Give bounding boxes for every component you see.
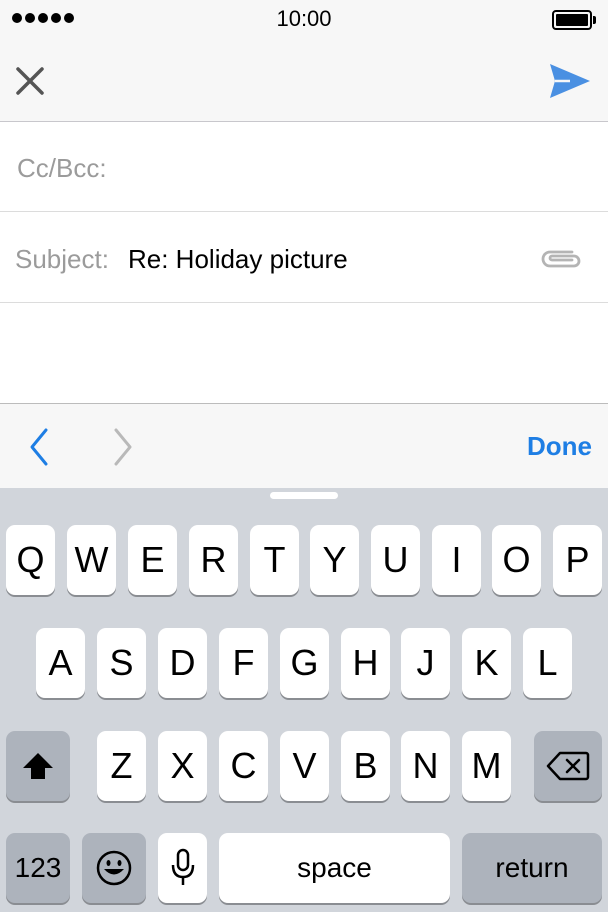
key-a[interactable]: A	[36, 628, 85, 698]
keyboard-grabber[interactable]	[270, 492, 338, 499]
chevron-left-icon	[30, 428, 48, 466]
key-s[interactable]: S	[97, 628, 146, 698]
key-q[interactable]: Q	[6, 525, 55, 595]
paperclip-icon	[541, 250, 581, 268]
key-u[interactable]: U	[371, 525, 420, 595]
close-button[interactable]	[10, 60, 50, 102]
key-t[interactable]: T	[250, 525, 299, 595]
key-f[interactable]: F	[219, 628, 268, 698]
key-l[interactable]: L	[523, 628, 572, 698]
key-w[interactable]: W	[67, 525, 116, 595]
battery-icon	[552, 10, 596, 30]
cc-bcc-row[interactable]: Cc/Bcc:	[0, 122, 608, 212]
subject-input[interactable]: Re: Holiday picture	[128, 244, 348, 275]
numbers-key[interactable]: 123	[6, 833, 70, 903]
key-n[interactable]: N	[401, 731, 450, 801]
attachment-button[interactable]	[536, 243, 586, 275]
key-z[interactable]: Z	[97, 731, 146, 801]
key-h[interactable]: H	[341, 628, 390, 698]
shift-icon	[23, 753, 53, 779]
status-time: 10:00	[276, 6, 332, 31]
key-j[interactable]: J	[401, 628, 450, 698]
key-b[interactable]: B	[341, 731, 390, 801]
key-e[interactable]: E	[128, 525, 177, 595]
delete-icon	[546, 751, 590, 781]
key-k[interactable]: K	[462, 628, 511, 698]
previous-field-button[interactable]	[22, 426, 58, 468]
keyboard-accessory-bar: Done	[0, 403, 608, 488]
microphone-icon	[171, 848, 194, 885]
emoji-key[interactable]	[82, 833, 146, 903]
key-p[interactable]: P	[553, 525, 602, 595]
key-c[interactable]: C	[219, 731, 268, 801]
space-key[interactable]: space	[219, 833, 450, 903]
compose-nav-bar	[0, 40, 608, 122]
shift-key[interactable]	[6, 731, 70, 801]
key-i[interactable]: I	[432, 525, 481, 595]
keyboard: Q W E R T Y U I O P A S D F G H J K L Z …	[0, 488, 608, 912]
dictation-key[interactable]	[158, 833, 207, 903]
subject-label: Subject:	[15, 244, 109, 274]
cc-bcc-label: Cc/Bcc:	[17, 153, 107, 183]
close-icon	[16, 67, 44, 95]
key-y[interactable]: Y	[310, 525, 359, 595]
message-body[interactable]	[0, 304, 608, 404]
send-icon	[550, 64, 590, 98]
subject-row[interactable]: Subject: Re: Holiday picture	[0, 213, 608, 303]
chevron-right-icon	[114, 428, 132, 466]
status-bar: 10:00	[0, 0, 608, 40]
key-d[interactable]: D	[158, 628, 207, 698]
next-field-button[interactable]	[104, 426, 140, 468]
key-g[interactable]: G	[280, 628, 329, 698]
cc-bcc-input[interactable]	[128, 144, 588, 190]
key-v[interactable]: V	[280, 731, 329, 801]
key-x[interactable]: X	[158, 731, 207, 801]
done-button[interactable]: Done	[527, 431, 592, 462]
key-r[interactable]: R	[189, 525, 238, 595]
key-o[interactable]: O	[492, 525, 541, 595]
delete-key[interactable]	[534, 731, 602, 801]
emoji-icon	[96, 850, 132, 886]
key-m[interactable]: M	[462, 731, 511, 801]
return-key[interactable]: return	[462, 833, 602, 903]
send-button[interactable]	[546, 60, 594, 102]
